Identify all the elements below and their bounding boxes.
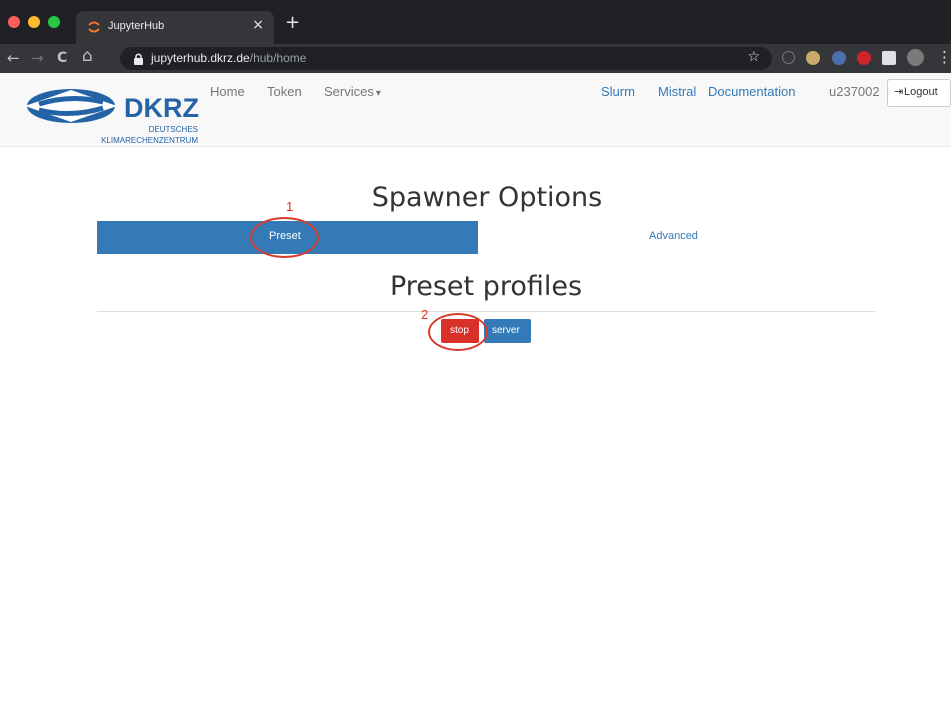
extensions-puzzle-icon[interactable] <box>882 51 896 65</box>
section-title: Preset profiles <box>389 271 583 302</box>
bookmark-star-icon[interactable]: ☆ <box>747 49 760 65</box>
annotation-circle-1 <box>250 217 319 258</box>
extension-mask-icon[interactable] <box>832 51 846 65</box>
nav-mistral[interactable]: Mistral <box>658 84 696 99</box>
back-icon[interactable]: ← <box>7 49 20 67</box>
annotation-circle-2 <box>428 313 488 351</box>
browser-tabstrip: JupyterHub × + <box>0 0 951 44</box>
server-button[interactable]: server <box>484 319 531 343</box>
reload-icon[interactable]: C <box>57 49 67 67</box>
address-bar[interactable]: jupyterhub.dkrz.de/hub/home ☆ <box>120 47 772 70</box>
page-title: Spawner Options <box>371 182 603 213</box>
dkrz-logo[interactable]: DKRZ DEUTSCHES KLIMARECHENZENTRUM <box>21 80 201 146</box>
logout-label: Logout <box>904 86 938 98</box>
tab-advanced[interactable]: Advanced <box>649 230 698 242</box>
nav-services[interactable]: Services ▾ <box>324 84 381 99</box>
site-navbar: DKRZ DEUTSCHES KLIMARECHENZENTRUM Home T… <box>0 73 951 147</box>
nav-documentation[interactable]: Documentation <box>708 84 795 99</box>
divider <box>97 311 875 312</box>
extension-bird-icon[interactable] <box>806 51 820 65</box>
maximize-window-button[interactable] <box>48 16 60 28</box>
nav-token[interactable]: Token <box>267 84 302 99</box>
server-button-label: server <box>492 325 520 336</box>
minimize-window-button[interactable] <box>28 16 40 28</box>
lock-icon <box>134 53 143 65</box>
browser-toolbar: ← → C ⌂ jupyterhub.dkrz.de/hub/home ☆ ⋮ <box>0 44 951 73</box>
ublock-origin-icon[interactable] <box>857 51 871 65</box>
tab-close-icon[interactable]: × <box>252 17 264 33</box>
chevron-down-icon: ▾ <box>375 88 381 99</box>
new-tab-button[interactable]: + <box>285 14 300 32</box>
annotation-number-1: 1 <box>286 199 294 214</box>
browser-menu-icon[interactable]: ⋮ <box>937 48 951 66</box>
jupyter-favicon-icon <box>88 21 100 33</box>
nav-slurm[interactable]: Slurm <box>601 84 635 99</box>
extension-info-icon[interactable] <box>782 51 795 64</box>
nav-home[interactable]: Home <box>210 84 245 99</box>
url-text: jupyterhub.dkrz.de/hub/home <box>151 51 307 65</box>
browser-tab[interactable]: JupyterHub × <box>76 11 274 44</box>
logout-icon: ⇥ <box>894 86 904 98</box>
svg-text:DEUTSCHES: DEUTSCHES <box>149 125 198 134</box>
home-icon[interactable]: ⌂ <box>82 47 93 65</box>
username: u237002 <box>829 84 880 99</box>
spawner-tabs: Preset Advanced <box>97 221 877 254</box>
svg-text:KLIMARECHENZENTRUM: KLIMARECHENZENTRUM <box>101 136 198 145</box>
logout-button[interactable]: ⇥ Logout <box>887 79 951 107</box>
close-window-button[interactable] <box>8 16 20 28</box>
profile-avatar[interactable] <box>907 49 924 66</box>
forward-icon[interactable]: → <box>31 49 44 67</box>
tab-title: JupyterHub <box>108 20 165 32</box>
svg-text:DKRZ: DKRZ <box>124 93 199 123</box>
annotation-number-2: 2 <box>421 307 429 322</box>
